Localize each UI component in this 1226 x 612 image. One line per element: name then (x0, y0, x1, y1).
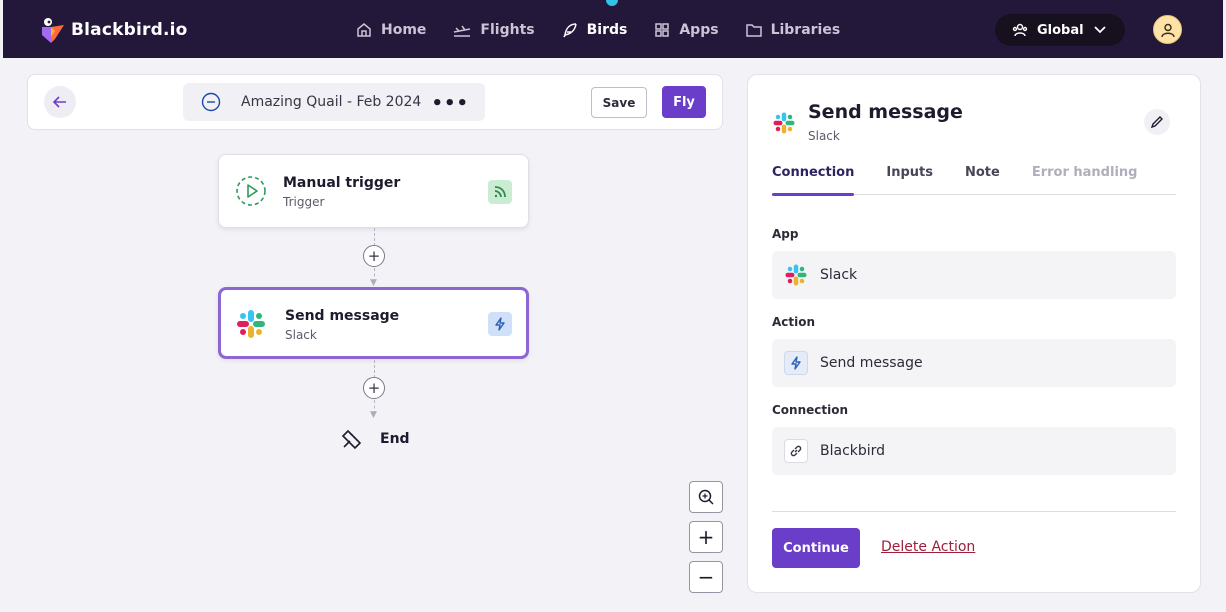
zoom-fit-icon (698, 489, 714, 505)
rss-icon (488, 180, 512, 204)
action-field-value: Send message (820, 355, 923, 371)
lightning-icon (784, 351, 808, 375)
zoom-out-button[interactable]: − (689, 561, 723, 593)
panel-subtitle: Slack (808, 129, 840, 143)
slack-icon (235, 308, 267, 340)
action-details-panel: Send message Slack Connection Inputs Not… (747, 74, 1201, 593)
nav-label-libraries: Libraries (770, 22, 841, 38)
brand[interactable]: Blackbird.io (37, 14, 188, 46)
divider (772, 511, 1176, 512)
main-nav: Home Flights Birds Apps Libraries (355, 16, 866, 44)
app-field[interactable]: Slack (772, 251, 1176, 299)
top-navigation-bar: Blackbird.io Home Flights Birds Apps Lib… (3, 0, 1223, 58)
save-button[interactable]: Save (591, 87, 647, 118)
active-nav-indicator (606, 0, 618, 6)
arrow-down-icon: ▼ (370, 410, 377, 420)
environment-select[interactable]: Global (995, 14, 1125, 46)
nav-label-home: Home (381, 22, 427, 38)
environment-label: Global (1037, 22, 1084, 38)
feather-icon (562, 23, 577, 38)
flow-name: Amazing Quail - Feb 2024 (241, 94, 422, 110)
play-circle-icon (235, 175, 267, 207)
edit-button[interactable] (1144, 109, 1170, 135)
team-icon (1012, 23, 1028, 37)
user-icon (1160, 23, 1175, 37)
node-title: Send message (285, 308, 400, 324)
blackbird-logo-icon (37, 15, 67, 45)
app-field-value: Slack (820, 267, 858, 283)
nav-item-apps[interactable]: Apps (653, 16, 719, 44)
nav-item-birds[interactable]: Birds (561, 16, 628, 44)
flow-name-pill[interactable]: Amazing Quail - Feb 2024 ••• (183, 83, 485, 121)
node-subtitle: Slack (285, 328, 317, 342)
add-step-button[interactable]: + (363, 245, 385, 267)
minus-circle-icon[interactable] (201, 92, 221, 112)
slack-icon (772, 111, 796, 135)
node-subtitle: Trigger (283, 195, 325, 209)
nav-label-apps: Apps (679, 22, 719, 38)
brand-name: Blackbird.io (71, 20, 188, 40)
chevron-down-icon (1094, 26, 1106, 34)
connection-field-value: Blackbird (820, 443, 886, 459)
link-icon (784, 439, 808, 463)
nav-item-home[interactable]: Home (355, 16, 426, 44)
action-field-label: Action (772, 315, 816, 329)
add-step-button[interactable]: + (363, 377, 385, 399)
end-label: End (380, 431, 410, 447)
tab-inputs[interactable]: Inputs (886, 165, 933, 195)
end-node: End (340, 427, 410, 451)
flights-icon (454, 25, 471, 37)
panel-title: Send message (808, 101, 963, 123)
connector-line (374, 228, 375, 246)
trigger-node[interactable]: Manual trigger Trigger (218, 154, 529, 228)
back-button[interactable] (44, 86, 76, 118)
zoom-fit-button[interactable] (689, 481, 723, 513)
lightning-icon (488, 312, 512, 336)
nav-label-birds: Birds (586, 22, 628, 38)
grid-icon (655, 23, 670, 37)
action-node-send-message[interactable]: Send message Slack (218, 287, 529, 359)
zoom-in-button[interactable]: + (689, 521, 723, 553)
action-field[interactable]: Send message (772, 339, 1176, 387)
app-field-label: App (772, 227, 799, 241)
panel-tabs: Connection Inputs Note Error handling (772, 165, 1176, 196)
connector-line (374, 360, 375, 378)
flow-header: Amazing Quail - Feb 2024 ••• Save Fly (27, 74, 723, 130)
tab-error-handling[interactable]: Error handling (1032, 165, 1138, 195)
connection-field-label: Connection (772, 403, 849, 417)
continue-button[interactable]: Continue (772, 528, 860, 568)
home-icon (357, 23, 371, 37)
slack-icon (784, 263, 808, 287)
arrow-left-icon (52, 96, 66, 108)
node-title: Manual trigger (283, 175, 401, 191)
flag-icon (341, 429, 362, 450)
fly-button[interactable]: Fly (662, 86, 706, 118)
pencil-icon (1150, 116, 1163, 129)
delete-action-link[interactable]: Delete Action (881, 539, 975, 555)
nav-item-libraries[interactable]: Libraries (745, 16, 841, 44)
user-avatar[interactable] (1153, 15, 1182, 44)
nav-label-flights: Flights (480, 22, 535, 38)
connection-field[interactable]: Blackbird (772, 427, 1176, 475)
tab-connection[interactable]: Connection (772, 165, 855, 196)
more-options-icon[interactable]: ••• (431, 93, 469, 114)
folder-icon (745, 24, 762, 37)
tab-note[interactable]: Note (965, 165, 1000, 195)
nav-item-flights[interactable]: Flights (452, 16, 535, 44)
